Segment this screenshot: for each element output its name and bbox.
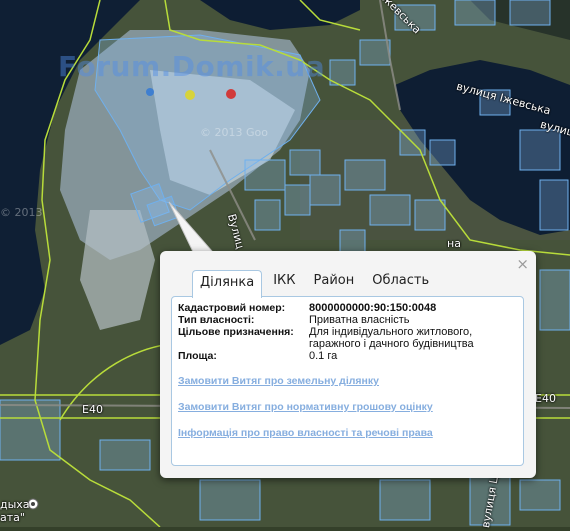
area-label: Площа: [178,350,217,362]
ownership-row: Тип власності: Приватна власність [178,314,518,326]
ownership-label: Тип власності: [178,314,255,326]
order-extract-link[interactable]: Замовити Витяг про земельну ділянку [178,375,433,387]
area-value: 0.1 га [309,350,338,362]
info-popup: × Ділянка ІКК Район Область Кадастровий … [160,251,536,478]
ownership-info-link[interactable]: Інформація про право власності та речові… [178,427,433,439]
cadastral-value: 8000000000:90:150:0048 [309,302,437,314]
popup-tabs: Ділянка ІКК Район Область [192,269,440,298]
close-icon[interactable]: × [516,255,529,273]
ownership-value: Приватна власність [309,314,410,326]
parcel-info: Кадастровий номер: 8000000000:90:150:004… [178,302,518,362]
area-row: Площа: 0.1 га [178,350,518,362]
order-valuation-link[interactable]: Замовити Витяг про нормативну грошову оц… [178,401,433,413]
purpose-label: Цільове призначення: [178,326,294,338]
tab-panel: Кадастровий номер: 8000000000:90:150:004… [171,296,524,466]
purpose-row: Цільове призначення: Для індивідуального… [178,326,518,350]
purpose-value: Для індивідуального житлового, гаражного… [309,326,474,350]
tab-region[interactable]: Область [365,269,436,296]
popup-links: Замовити Витяг про земельну ділянку Замо… [178,375,433,453]
tab-parcel[interactable]: Ділянка [192,270,263,298]
cadastral-row: Кадастровий номер: 8000000000:90:150:004… [178,302,518,314]
cadastral-label: Кадастровий номер: [178,302,286,314]
tab-district[interactable]: Район [307,269,362,296]
tab-ikk[interactable]: ІКК [266,269,302,296]
